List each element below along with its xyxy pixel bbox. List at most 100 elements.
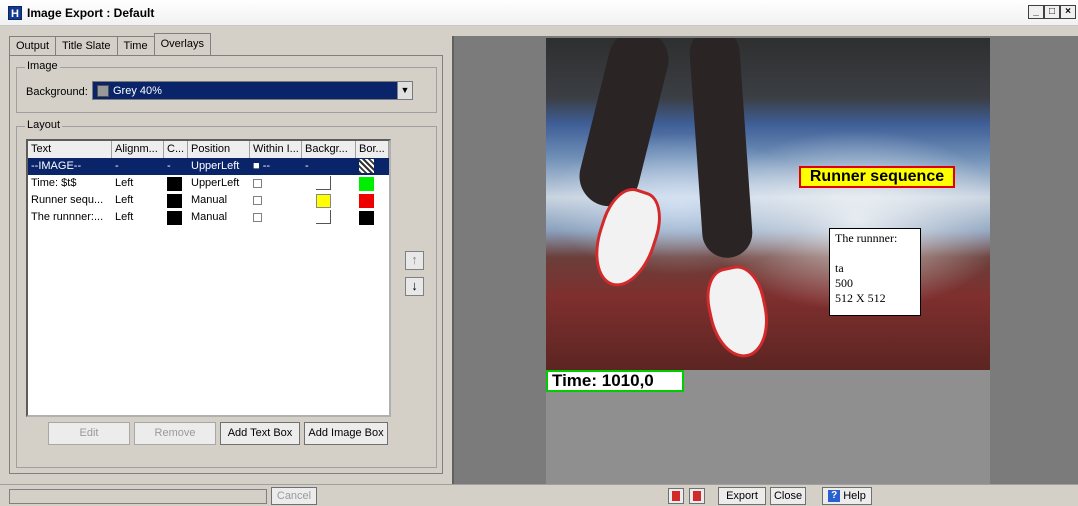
row-within: ■ -- [253, 160, 271, 172]
row-position: UpperLeft [191, 177, 240, 189]
info-line: 500 [835, 276, 853, 290]
background-swatch [316, 176, 331, 191]
overlay-list-header: Text Alignm... C... Position Within I...… [28, 141, 389, 158]
row-text: The runnner:... [31, 211, 104, 223]
col-within-image[interactable]: Within I... [250, 141, 302, 158]
title-bar: H Image Export : Default _ □ × [0, 0, 1078, 26]
border-color-swatch [359, 176, 374, 191]
text-color-swatch [167, 210, 182, 225]
row-background [302, 209, 356, 226]
chevron-down-icon[interactable]: ▼ [397, 82, 412, 99]
image-group: Image Background: Grey 40% ▼ [16, 60, 437, 113]
tab-time[interactable]: Time [116, 36, 155, 55]
export-first-icon[interactable] [668, 488, 684, 504]
row-color [164, 192, 188, 209]
close-window-button[interactable]: × [1060, 5, 1076, 19]
row-background [302, 192, 356, 209]
row-color [164, 175, 188, 192]
row-position: UpperLeft [191, 160, 240, 172]
col-color[interactable]: C... [164, 141, 188, 158]
row-within [250, 209, 302, 226]
right-leg [688, 38, 754, 260]
image-group-legend: Image [25, 60, 60, 72]
tab-output[interactable]: Output [9, 36, 57, 55]
row-border [356, 175, 389, 192]
help-button[interactable]: ? Help [822, 487, 872, 505]
overlay-list[interactable]: Text Alignm... C... Position Within I...… [26, 139, 391, 417]
row-text: --IMAGE-- [31, 160, 82, 172]
app-icon: H [8, 6, 22, 20]
list-item[interactable]: Runner sequ... Left Manual [28, 192, 389, 209]
bottom-bar: Cancel Export Close ? Help [0, 484, 1078, 506]
row-border [356, 158, 389, 175]
minimize-button[interactable]: _ [1028, 5, 1044, 19]
row-color: - [167, 160, 171, 172]
export-next-icon[interactable] [689, 488, 705, 504]
info-line: The runnner: [835, 231, 898, 245]
row-color [164, 209, 188, 226]
row-background: - [305, 160, 309, 172]
background-swatch [97, 85, 109, 97]
row-align: Left [115, 177, 134, 189]
background-label: Background: [26, 86, 88, 98]
row-position: Manual [191, 211, 228, 223]
help-label: Help [843, 490, 866, 502]
arrow-up-icon[interactable]: ↑ [405, 251, 424, 270]
layout-group: Layout Text Alignm... C... Position With… [16, 119, 437, 468]
background-value: Grey 40% [113, 85, 162, 97]
background-swatch [316, 210, 331, 225]
row-align: Left [115, 211, 134, 223]
settings-panel: Output Title Slate Time Overlays Image B… [0, 26, 447, 484]
col-position[interactable]: Position [188, 141, 250, 158]
col-border[interactable]: Bor... [356, 141, 389, 158]
runner-photo: Runner sequence The runnner: ta 500 512 … [546, 38, 990, 370]
row-within [250, 175, 302, 192]
tab-overlays[interactable]: Overlays [153, 33, 211, 56]
layout-group-legend: Layout [25, 119, 63, 131]
runner-sequence-overlay[interactable]: Runner sequence [799, 166, 955, 188]
col-alignment[interactable]: Alignm... [112, 141, 164, 158]
add-text-box-button[interactable]: Add Text Box [220, 422, 300, 445]
progress-bar [9, 489, 267, 504]
add-image-box-button[interactable]: Add Image Box [304, 422, 388, 445]
tab-strip: Output Title Slate Time Overlays [9, 33, 211, 56]
info-line: 512 X 512 [835, 291, 886, 305]
preview-pane: Runner sequence The runnner: ta 500 512 … [452, 36, 1078, 484]
cancel-button[interactable]: Cancel [271, 487, 317, 505]
row-background [302, 175, 356, 192]
background-select[interactable]: Grey 40% ▼ [92, 81, 413, 100]
close-button[interactable]: Close [770, 487, 806, 505]
maximize-button[interactable]: □ [1044, 5, 1060, 19]
right-shoe [700, 260, 776, 364]
edit-button[interactable]: Edit [48, 422, 130, 445]
list-item[interactable]: Time: $t$ Left UpperLeft [28, 175, 389, 192]
list-item[interactable]: --IMAGE-- - - UpperLeft ■ -- - [28, 158, 389, 175]
tab-title-slate[interactable]: Title Slate [55, 36, 118, 55]
within-image-checkbox[interactable] [253, 195, 262, 205]
text-color-swatch [167, 176, 182, 191]
arrow-down-icon[interactable]: ↓ [405, 277, 424, 296]
remove-button[interactable]: Remove [134, 422, 216, 445]
export-canvas: Runner sequence The runnner: ta 500 512 … [546, 38, 990, 484]
within-image-checkbox[interactable] [253, 178, 262, 188]
row-align: - [115, 160, 119, 172]
row-within [250, 192, 302, 209]
col-background[interactable]: Backgr... [302, 141, 356, 158]
background-swatch [316, 193, 331, 208]
text-color-swatch [167, 193, 182, 208]
window-title: Image Export : Default [27, 6, 155, 20]
list-item[interactable]: The runnner:... Left Manual [28, 209, 389, 226]
within-image-checkbox[interactable] [253, 212, 262, 222]
hatch-swatch [359, 159, 374, 174]
overlays-tab-body: Image Background: Grey 40% ▼ Layout Text… [9, 55, 443, 474]
left-leg [573, 38, 675, 213]
info-text-overlay[interactable]: The runnner: ta 500 512 X 512 [829, 228, 921, 316]
row-align: Left [115, 194, 134, 206]
window-controls: _ □ × [1028, 5, 1076, 19]
help-icon: ? [828, 490, 841, 503]
row-border [356, 192, 389, 209]
col-text[interactable]: Text [28, 141, 112, 158]
export-button[interactable]: Export [718, 487, 766, 505]
info-line [835, 246, 915, 261]
time-overlay[interactable]: Time: 1010,0 [546, 370, 684, 392]
